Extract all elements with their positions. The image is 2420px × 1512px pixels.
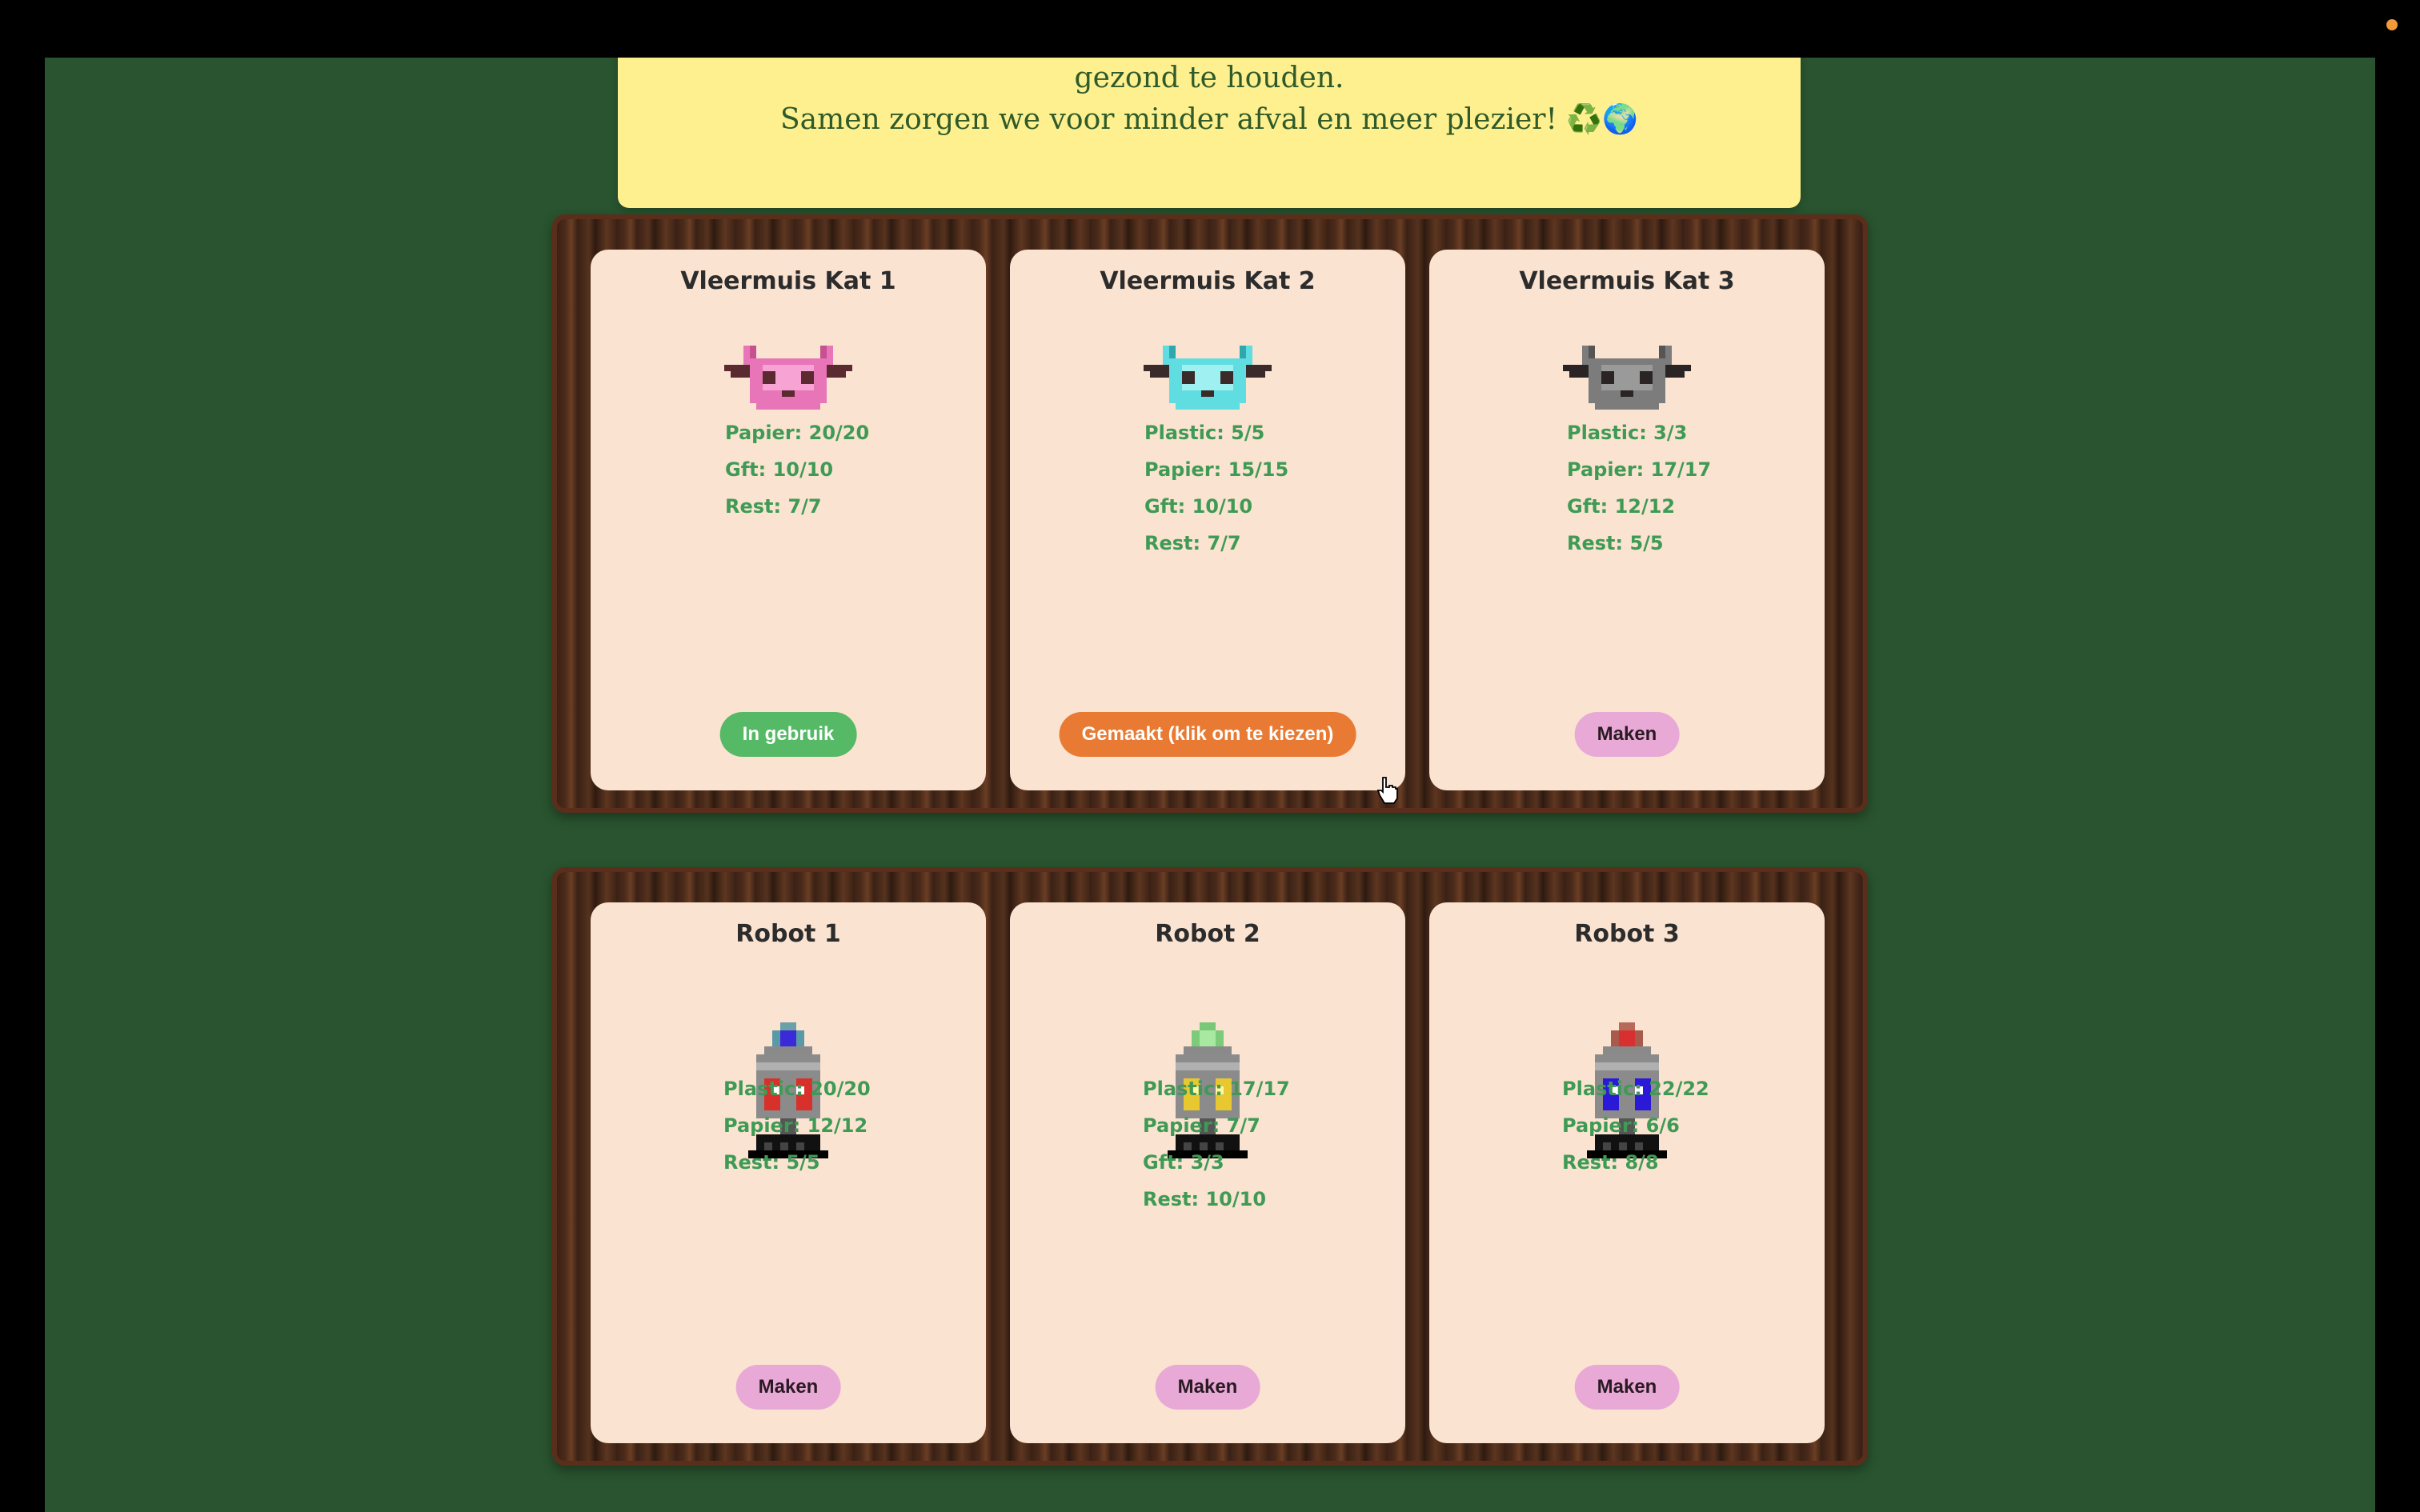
stat-line: Papier: 15/15 (1144, 458, 1289, 481)
make-button[interactable]: Maken (1574, 712, 1680, 757)
stat-line: Rest: 5/5 (1567, 532, 1664, 554)
card-title: Robot 3 (1574, 920, 1680, 948)
stat-line: Gft: 3/3 (1143, 1151, 1224, 1174)
made-choose-button[interactable]: Gemaakt (klik om te kiezen) (1059, 712, 1356, 757)
card-stats: Plastic: 5/5 Papier: 15/15 Gft: 10/10 Re… (1144, 378, 1288, 562)
info-banner: gezond te houden. Samen zorgen we voor m… (618, 58, 1801, 208)
shelf-bat-cats: Vleermuis Kat 1 Papier: 20/20 Gft: 10/10… (552, 214, 1868, 813)
stat-line: Rest: 10/10 (1143, 1188, 1267, 1210)
stat-line: Plastic: 22/22 (1562, 1078, 1709, 1100)
stat-line: Plastic: 3/3 (1567, 422, 1688, 444)
stat-line: Rest: 8/8 (1562, 1151, 1659, 1174)
stat-line: Rest: 5/5 (723, 1151, 820, 1174)
card-stats: Plastic: 22/22 Papier: 6/6 Rest: 8/8 (1562, 1034, 1709, 1181)
stat-line: Papier: 17/17 (1567, 458, 1712, 481)
card-stats: Plastic: 3/3 Papier: 17/17 Gft: 12/12 Re… (1567, 378, 1711, 562)
top-bar (0, 0, 2420, 58)
banner-line-1: gezond te houden. (1074, 62, 1344, 94)
stat-line: Papier: 6/6 (1562, 1114, 1680, 1137)
stat-line: Gft: 12/12 (1567, 495, 1676, 518)
make-button[interactable]: Maken (735, 1365, 841, 1410)
card-vleermuis-kat-3: Vleermuis Kat 3 Plastic: 3/3 Papier: 17/… (1429, 250, 1825, 790)
hand-cursor-icon (1376, 777, 1398, 804)
card-stats: Plastic: 17/17 Papier: 7/7 Gft: 3/3 Rest… (1143, 1034, 1290, 1218)
stat-line: Gft: 10/10 (725, 458, 834, 481)
right-frame (2375, 58, 2420, 1512)
card-robot-1: Robot 1 Plastic: 20/20 Papier: 12/12 Res… (591, 902, 986, 1443)
stat-line: Gft: 10/10 (1144, 495, 1253, 518)
stat-line: Plastic: 20/20 (723, 1078, 871, 1100)
card-title: Robot 2 (1155, 920, 1260, 948)
card-title: Robot 1 (735, 920, 841, 948)
stat-line: Papier: 20/20 (725, 422, 870, 444)
stat-line: Papier: 12/12 (723, 1114, 868, 1137)
card-title: Vleermuis Kat 3 (1519, 267, 1735, 295)
shelf-robots: Robot 1 Plastic: 20/20 Papier: 12/12 Res… (552, 867, 1868, 1466)
card-vleermuis-kat-2: Vleermuis Kat 2 Plastic: 5/5 Papier: 15/… (1010, 250, 1405, 790)
card-vleermuis-kat-1: Vleermuis Kat 1 Papier: 20/20 Gft: 10/10… (591, 250, 986, 790)
card-stats: Papier: 20/20 Gft: 10/10 Rest: 7/7 (725, 378, 869, 525)
banner-line-2: Samen zorgen we voor minder afval en mee… (779, 103, 1639, 136)
make-button[interactable]: Maken (1574, 1365, 1680, 1410)
main-area[interactable]: gezond te houden. Samen zorgen we voor m… (45, 58, 2375, 1512)
card-title: Vleermuis Kat 2 (1100, 267, 1316, 295)
notification-dot (2386, 19, 2398, 30)
stat-line: Rest: 7/7 (725, 495, 822, 518)
card-title: Vleermuis Kat 1 (680, 267, 896, 295)
make-button[interactable]: Maken (1155, 1365, 1260, 1410)
in-use-button[interactable]: In gebruik (719, 712, 857, 757)
card-robot-2: Robot 2 Plastic: 17/17 Papier: 7/7 Gft: … (1010, 902, 1405, 1443)
stat-line: Rest: 7/7 (1144, 532, 1241, 554)
stat-line: Plastic: 5/5 (1144, 422, 1265, 444)
card-stats: Plastic: 20/20 Papier: 12/12 Rest: 5/5 (723, 1034, 871, 1181)
stat-line: Plastic: 17/17 (1143, 1078, 1290, 1100)
card-robot-3: Robot 3 Plastic: 22/22 Papier: 6/6 Rest:… (1429, 902, 1825, 1443)
left-frame (0, 58, 45, 1512)
stat-line: Papier: 7/7 (1143, 1114, 1260, 1137)
